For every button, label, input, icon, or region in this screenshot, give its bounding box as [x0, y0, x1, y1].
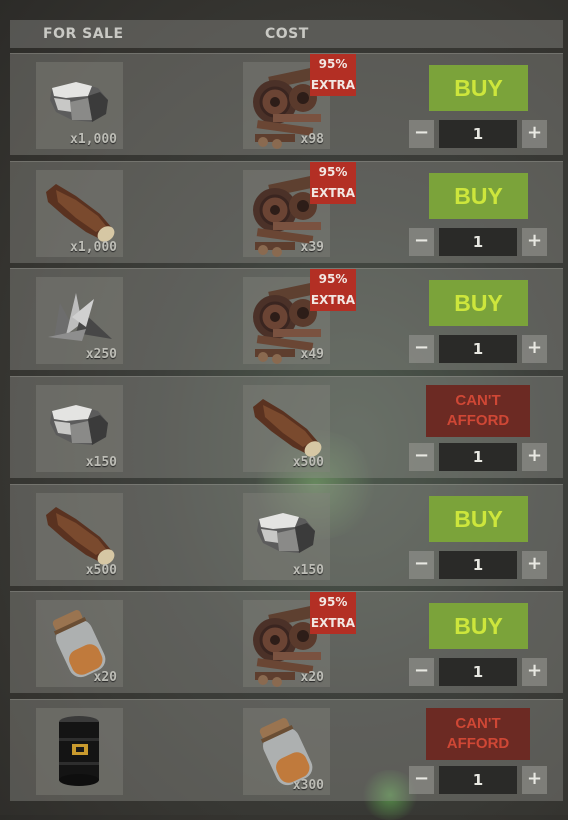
for-sale-heading: FOR SALE — [43, 26, 124, 42]
buy-button[interactable]: BUY — [429, 173, 528, 219]
decrease-quantity-button[interactable]: − — [409, 228, 434, 256]
shop-row: x20 x20 95% EXTRA BUY −1 + — [10, 591, 563, 693]
cant-afford-label-line2: AFFORD — [446, 735, 510, 752]
extra-bonus-percent: 95% — [318, 57, 348, 71]
decrease-quantity-button[interactable]: − — [409, 120, 434, 148]
quantity-input[interactable]: 1 — [439, 443, 517, 471]
decrease-quantity-button[interactable]: − — [409, 658, 434, 686]
quantity-input[interactable]: 1 — [439, 120, 517, 148]
for-sale-item-slot[interactable]: x250 — [36, 277, 123, 364]
buy-button[interactable]: BUY — [429, 280, 528, 326]
cost-item-slot[interactable]: x20 95% EXTRA — [243, 592, 356, 687]
for-sale-item-slot[interactable]: x1,000 — [36, 170, 123, 257]
increase-quantity-button[interactable]: + — [522, 443, 547, 471]
extra-bonus-badge: 95% EXTRA — [310, 269, 356, 311]
quantity-stepper: −1 + — [409, 551, 547, 579]
extra-bonus-badge: 95% EXTRA — [310, 162, 356, 204]
cost-item-slot[interactable]: x98 95% EXTRA — [243, 54, 356, 149]
cant-afford-button[interactable]: CAN'T AFFORD — [426, 708, 530, 760]
extra-bonus-badge: 95% EXTRA — [310, 592, 356, 634]
cost-item-slot[interactable]: x300 — [243, 708, 330, 795]
buy-button[interactable]: BUY — [429, 603, 528, 649]
decrease-quantity-button[interactable]: − — [409, 766, 434, 794]
shop-row: x500 x150 BUY −1 + — [10, 484, 563, 586]
quantity-stepper: −1 + — [409, 658, 547, 686]
for-sale-item-slot[interactable]: x150 — [36, 385, 123, 472]
cant-afford-button[interactable]: CAN'T AFFORD — [426, 385, 530, 437]
buy-button[interactable]: BUY — [429, 496, 528, 542]
cant-afford-label-line1: CAN'T — [455, 392, 501, 409]
for-sale-quantity: x150 — [85, 455, 117, 470]
cost-quantity: x98 — [300, 132, 324, 147]
extra-bonus-badge: 95% EXTRA — [310, 54, 356, 96]
decrease-quantity-button[interactable]: − — [409, 335, 434, 363]
for-sale-item-slot[interactable]: x1,000 — [36, 62, 123, 149]
shop-row: x1,000 x98 95% EXTRA BUY −1 + — [10, 53, 563, 155]
extra-bonus-label: EXTRA — [310, 616, 356, 630]
cost-quantity: x39 — [300, 240, 324, 255]
increase-quantity-button[interactable]: + — [522, 228, 547, 256]
increase-quantity-button[interactable]: + — [522, 551, 547, 579]
for-sale-quantity: x20 — [93, 670, 117, 685]
shop-row: x300 CAN'T AFFORD −1 + — [10, 699, 563, 801]
cost-quantity: x150 — [292, 563, 324, 578]
quantity-stepper: −1 + — [409, 335, 547, 363]
cost-item-slot[interactable]: x39 95% EXTRA — [243, 162, 356, 257]
for-sale-quantity: x1,000 — [70, 132, 117, 147]
decrease-quantity-button[interactable]: − — [409, 443, 434, 471]
cost-quantity: x20 — [300, 670, 324, 685]
cost-item-slot[interactable]: x150 — [243, 493, 330, 580]
for-sale-quantity: x1,000 — [70, 240, 117, 255]
quantity-input[interactable]: 1 — [439, 551, 517, 579]
for-sale-item-slot[interactable]: x500 — [36, 493, 123, 580]
shop-row: x150 x500 CAN'T AFFORD −1 + — [10, 376, 563, 478]
cant-afford-label-line1: CAN'T — [455, 715, 501, 732]
quantity-input[interactable]: 1 — [439, 658, 517, 686]
buy-button[interactable]: BUY — [429, 65, 528, 111]
for-sale-item-slot[interactable]: x20 — [36, 600, 123, 687]
quantity-stepper: −1 + — [409, 120, 547, 148]
increase-quantity-button[interactable]: + — [522, 766, 547, 794]
cost-quantity: x300 — [292, 778, 324, 793]
shop-header: FOR SALE COST — [10, 20, 563, 48]
cost-item-slot[interactable]: x49 95% EXTRA — [243, 269, 356, 364]
quantity-input[interactable]: 1 — [439, 335, 517, 363]
for-sale-item-slot[interactable] — [36, 708, 123, 795]
extra-bonus-label: EXTRA — [310, 293, 356, 307]
quantity-stepper: −1 + — [409, 228, 547, 256]
quantity-stepper: −1 + — [409, 766, 547, 794]
extra-bonus-percent: 95% — [318, 272, 348, 286]
extra-bonus-percent: 95% — [318, 595, 348, 609]
cost-heading: COST — [265, 26, 309, 42]
quantity-input[interactable]: 1 — [439, 766, 517, 794]
decrease-quantity-button[interactable]: − — [409, 551, 434, 579]
quantity-stepper: −1 + — [409, 443, 547, 471]
for-sale-quantity: x250 — [85, 347, 117, 362]
cost-quantity: x49 — [300, 347, 324, 362]
shop-row: x1,000 x39 95% EXTRA BUY −1 + — [10, 161, 563, 263]
shop-row: x250 x49 95% EXTRA BUY −1 + — [10, 268, 563, 370]
increase-quantity-button[interactable]: + — [522, 335, 547, 363]
increase-quantity-button[interactable]: + — [522, 658, 547, 686]
cost-item-slot[interactable]: x500 — [243, 385, 330, 472]
increase-quantity-button[interactable]: + — [522, 120, 547, 148]
for-sale-quantity: x500 — [85, 563, 117, 578]
extra-bonus-percent: 95% — [318, 165, 348, 179]
extra-bonus-label: EXTRA — [310, 78, 356, 92]
cant-afford-label-line2: AFFORD — [446, 412, 510, 429]
cost-quantity: x500 — [292, 455, 324, 470]
extra-bonus-label: EXTRA — [310, 186, 356, 200]
quantity-input[interactable]: 1 — [439, 228, 517, 256]
